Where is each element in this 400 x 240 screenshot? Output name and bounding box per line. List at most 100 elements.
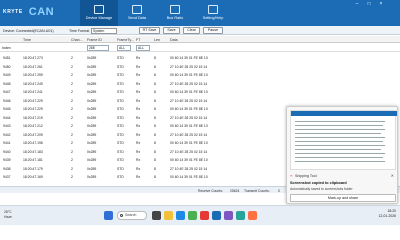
table-cell: 27 10 4E 28 25 02 15 14: [170, 132, 208, 137]
column-header-index[interactable]: Index: [2, 46, 11, 50]
app-icon[interactable]: [236, 211, 245, 220]
table-cell: STD: [117, 56, 124, 60]
table-cell: Rx: [136, 158, 141, 162]
column-header[interactable]: FT: [136, 38, 140, 42]
table-cell: 2: [71, 81, 73, 86]
table-cell: 00 60 14 39 01 FE 8E 10: [170, 141, 208, 145]
column-header[interactable]: Len: [154, 38, 160, 42]
table-cell: 8: [154, 149, 156, 154]
menu-label: Device Manage: [85, 16, 113, 20]
toast-close-button[interactable]: ✕: [391, 173, 394, 178]
brand-name: KRYTE: [3, 9, 23, 15]
column-header[interactable]: Time: [23, 38, 31, 42]
column-header[interactable]: Chan...: [71, 38, 83, 42]
minimize-button[interactable]: –: [352, 1, 362, 7]
table-cell: 8: [154, 90, 156, 94]
frame-type-filter[interactable]: ALL: [117, 44, 131, 51]
table-cell: 2: [71, 132, 73, 137]
table-cell: 8: [154, 73, 156, 77]
browser-icon[interactable]: [176, 211, 185, 220]
start-icon[interactable]: [104, 211, 113, 220]
receive-count-value: 25624: [230, 188, 240, 193]
table-row[interactable]: 9447 18:20:47.241 2 0x289 STD Rx 8 00 60 14 39 …: [0, 88, 400, 97]
app-icon[interactable]: [224, 211, 233, 220]
table-cell: 9446: [3, 98, 11, 103]
table-cell: 9443: [3, 124, 11, 128]
app-icon[interactable]: [248, 211, 257, 220]
table-cell: 18:20:47.219: [23, 115, 43, 120]
table-cell: STD: [117, 141, 124, 145]
table-cell: 8: [154, 124, 156, 128]
pause-button[interactable]: Pause: [203, 27, 223, 34]
table-cell: 9450: [3, 64, 11, 69]
taskbar-search[interactable]: Search: [117, 211, 147, 220]
snipping-notification[interactable]: ✂ Snipping Tool ✕ Screenshot copied to c…: [286, 106, 398, 204]
time-format-select[interactable]: System: [91, 27, 117, 34]
table-cell: 8: [154, 132, 156, 137]
table-cell: 8: [154, 98, 156, 103]
table-cell: 0x289: [87, 166, 97, 171]
menu-label: Send Data: [128, 16, 146, 20]
table-cell: 18:20:47.273: [23, 56, 43, 60]
search-placeholder: Search: [125, 213, 137, 217]
table-cell: Rx: [136, 132, 141, 137]
app-icon[interactable]: [200, 211, 209, 220]
table-cell: 9451: [3, 56, 11, 60]
ft-filter[interactable]: ALL: [136, 44, 150, 51]
table-cell: 0x289: [87, 90, 97, 94]
table-row[interactable]: 9446 18:20:47.229 2 0x289 STD Rx 8 27 10 4E 28 …: [0, 97, 400, 106]
table-cell: Rx: [136, 175, 141, 179]
table-cell: 18:20:47.249: [23, 81, 43, 86]
table-cell: 9441: [3, 141, 11, 145]
app-icon[interactable]: [188, 211, 197, 220]
file-explorer-icon[interactable]: [164, 211, 173, 220]
table-cell: 9442: [3, 132, 11, 137]
column-header[interactable]: Frame ID: [87, 38, 102, 42]
table-cell: 0x289: [87, 158, 97, 162]
table-cell: 8: [154, 115, 156, 120]
task-view-icon[interactable]: [152, 211, 161, 220]
menu-bus-ratio[interactable]: Bus Ratio: [156, 0, 194, 26]
table-cell: 9445: [3, 107, 11, 111]
screenshot-thumbnail[interactable]: [290, 110, 397, 170]
table-cell: 18:20:47.181: [23, 158, 43, 162]
weather-widget[interactable]: 28°C Haze: [4, 210, 12, 219]
clear-button[interactable]: Clear: [183, 27, 200, 34]
menu-device-manage[interactable]: Device Manage: [80, 0, 118, 26]
markup-share-button[interactable]: Mark-up and share: [290, 194, 396, 202]
table-cell: 27 10 4E 28 25 02 15 14: [170, 115, 208, 120]
toast-app-row: ✂ Snipping Tool: [290, 174, 317, 178]
table-cell: Rx: [136, 90, 141, 94]
table-cell: 00 60 14 39 01 FE 8E 10: [170, 90, 208, 94]
column-header[interactable]: Data: [170, 38, 178, 42]
table-cell: Rx: [136, 98, 141, 103]
taskbar: 28°C Haze Search 18:20 12-01-2026: [0, 205, 400, 225]
table-row[interactable]: 9451 18:20:47.273 2 0x289 STD Rx 8 00 60 14 39 …: [0, 54, 400, 63]
maximize-button[interactable]: □: [364, 1, 374, 7]
can-app-icon[interactable]: [212, 211, 221, 220]
column-header[interactable]: FrameTy...: [117, 38, 134, 42]
table-cell: STD: [117, 90, 124, 94]
table-cell: 9439: [3, 158, 11, 162]
table-cell: 2: [71, 141, 73, 145]
table-cell: STD: [117, 81, 124, 86]
rt-save-button[interactable]: RT Save: [139, 27, 160, 34]
save-button[interactable]: Save: [163, 27, 180, 34]
clock-date: 12-01-2026: [378, 214, 396, 218]
table-row[interactable]: 9449 18:20:47.259 2 0x289 STD Rx 8 00 60 14 39 …: [0, 71, 400, 80]
table-cell: 00 60 14 39 01 FE 8E 10: [170, 124, 208, 128]
table-row[interactable]: 9450 18:20:47.261 2 0x289 STD Rx 8 27 10 4E 28 …: [0, 63, 400, 72]
filter-row: Index 28E ALL ALL: [0, 43, 400, 52]
table-cell: Rx: [136, 64, 141, 69]
chart-icon: [170, 5, 180, 14]
table-cell: 2: [71, 166, 73, 171]
system-tray[interactable]: 18:20 12-01-2026: [379, 209, 396, 219]
table-row[interactable]: 9448 18:20:47.249 2 0x289 STD Rx 8 27 10 4E 28 …: [0, 80, 400, 89]
frame-id-filter[interactable]: 28E: [87, 44, 109, 51]
menu-label: Setting/Help: [202, 16, 224, 20]
table-cell: 2: [71, 158, 73, 162]
close-button[interactable]: ×: [376, 1, 386, 7]
menu-setting-help[interactable]: Setting/Help: [194, 0, 232, 26]
table-cell: Rx: [136, 81, 141, 86]
menu-send-data[interactable]: Send Data: [118, 0, 156, 26]
